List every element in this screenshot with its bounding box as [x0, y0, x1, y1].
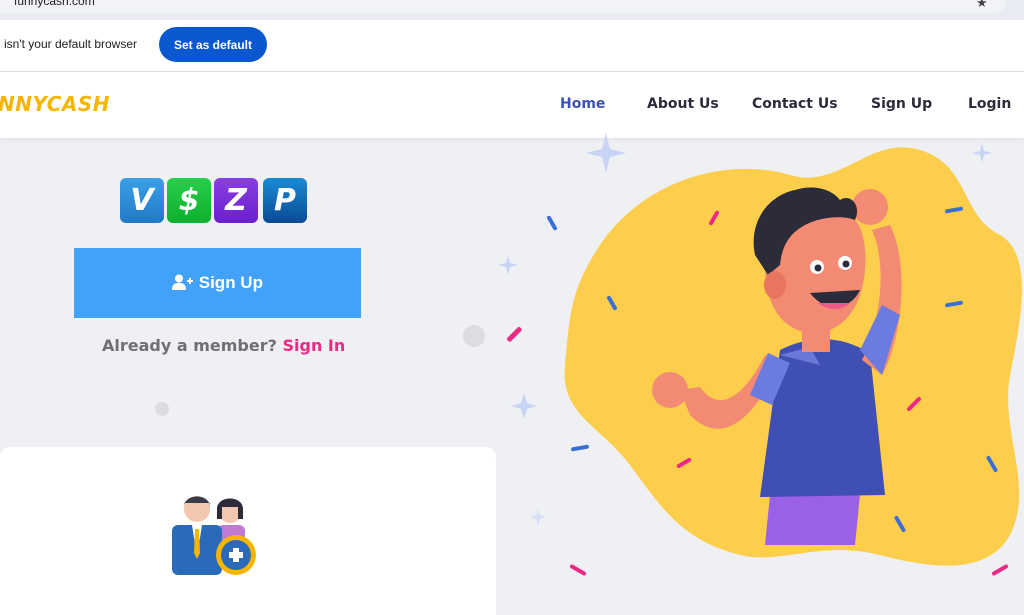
zelle-icon: Z	[214, 178, 258, 223]
bookmark-star-icon[interactable]: ★	[976, 0, 988, 11]
venmo-icon: V	[120, 178, 164, 223]
default-browser-infobar: isn't your default browser Set as defaul…	[0, 20, 1024, 72]
paypal-icon: P	[263, 178, 307, 223]
nav-sign-up[interactable]: Sign Up	[871, 96, 932, 112]
nav-login[interactable]: Login	[968, 96, 1011, 112]
nav-home[interactable]: Home	[560, 96, 605, 112]
feature-card	[0, 447, 496, 615]
browser-address-strip: funnycash.com ★	[0, 0, 1024, 20]
address-bar[interactable]: funnycash.com	[0, 0, 1005, 13]
hero-signup-button[interactable]: Sign Up	[74, 248, 361, 318]
decorative-dot	[155, 402, 169, 416]
add-user-icon	[172, 273, 199, 292]
member-prompt-text: Already a member?	[102, 336, 277, 355]
infobar-message: isn't your default browser	[4, 37, 138, 51]
set-as-default-button[interactable]: Set as default	[159, 27, 267, 62]
decorative-dot	[463, 325, 485, 347]
sign-in-link[interactable]: Sign In	[282, 336, 345, 355]
nav-contact-us[interactable]: Contact Us	[752, 96, 838, 112]
add-team-member-icon	[172, 496, 256, 575]
site-logo[interactable]: NNYCASH	[0, 92, 110, 116]
address-text[interactable]: funnycash.com	[14, 0, 95, 8]
hero-illustration	[498, 133, 1022, 576]
hero-signup-label: Sign Up	[198, 273, 263, 292]
cashapp-icon: $	[167, 178, 211, 223]
member-prompt: Already a member? Sign In	[102, 336, 345, 355]
nav-about-us[interactable]: About Us	[647, 96, 719, 112]
